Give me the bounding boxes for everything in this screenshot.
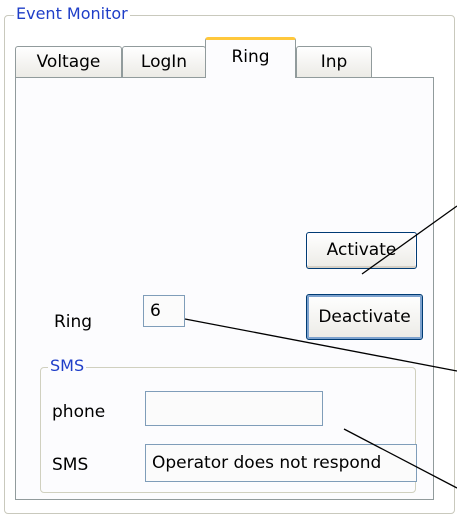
tab-voltage[interactable]: Voltage [15, 46, 122, 77]
ring-value-field[interactable]: 6 [143, 295, 185, 327]
ring-label: Ring [54, 312, 93, 332]
activate-button[interactable]: Activate [306, 232, 417, 269]
sms-group-title: SMS [48, 356, 87, 376]
tab-inp[interactable]: Inp [296, 46, 372, 77]
tab-login[interactable]: LogIn [122, 46, 206, 77]
phone-input[interactable] [145, 391, 323, 426]
tab-ring[interactable]: Ring [205, 37, 296, 78]
deactivate-button[interactable]: Deactivate [306, 294, 423, 340]
sms-label: SMS [52, 455, 89, 475]
phone-label: phone [52, 402, 106, 422]
sms-message-field[interactable]: Operator does not respond [145, 444, 417, 482]
event-monitor-title: Event Monitor [14, 4, 130, 24]
